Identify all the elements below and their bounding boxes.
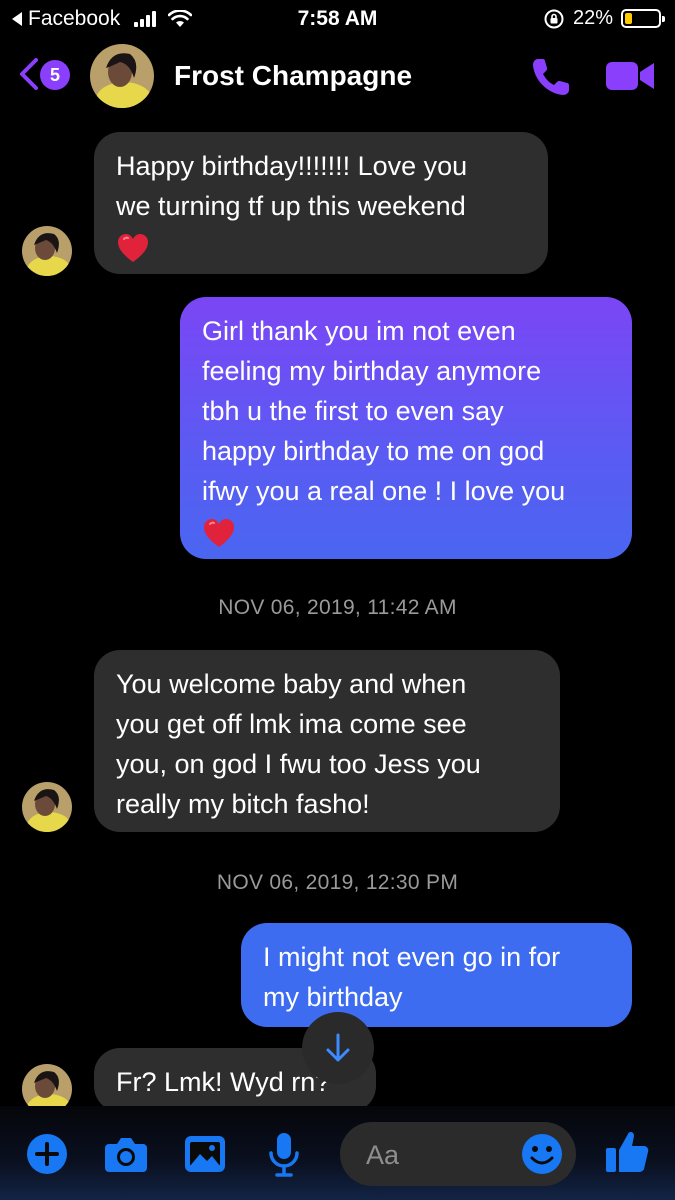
arrow-down-icon: [326, 1033, 350, 1062]
message-composer: Aa: [0, 1106, 675, 1200]
contact-name[interactable]: Frost Champagne: [174, 60, 412, 92]
message-line: Girl thank you im not even: [202, 316, 516, 346]
camera-icon[interactable]: [103, 1134, 149, 1174]
message-line: you get off lmk ima come see: [116, 709, 467, 739]
thumbs-up-icon[interactable]: [604, 1128, 650, 1176]
video-camera-icon[interactable]: [604, 56, 656, 96]
battery-icon: [621, 9, 665, 28]
unread-count-badge[interactable]: 5: [40, 60, 70, 90]
message-thread[interactable]: Happy birthday!!!!!!! Love you we turnin…: [0, 112, 675, 1106]
message-line: You welcome baby and when: [116, 669, 467, 699]
message-line: my birthday: [263, 982, 403, 1012]
message-input[interactable]: Aa: [340, 1122, 576, 1186]
rotation-lock-icon: [544, 9, 564, 28]
microphone-icon[interactable]: [266, 1131, 302, 1179]
scroll-to-bottom-button[interactable]: [302, 1012, 374, 1084]
sender-avatar[interactable]: [22, 1064, 72, 1106]
sender-avatar[interactable]: [22, 782, 72, 832]
battery-percent: 22%: [572, 7, 613, 29]
message-line: ifwy you a real one ! I love you: [202, 476, 566, 506]
message-line: you, on god I fwu too Jess you: [116, 749, 481, 779]
contact-avatar[interactable]: [90, 44, 154, 108]
battery-fill: [625, 13, 633, 24]
message-bubble-outgoing[interactable]: Girl thank you im not even feeling my bi…: [180, 297, 632, 559]
phone-icon[interactable]: [528, 54, 574, 100]
message-line: we turning tf up this weekend: [116, 191, 466, 221]
message-timestamp: NOV 06, 2019, 12:30 PM: [216, 871, 459, 894]
message-line: tbh u the first to even say: [202, 396, 504, 426]
message-bubble-incoming[interactable]: Happy birthday!!!!!!! Love you we turnin…: [94, 132, 548, 274]
message-line: Happy birthday!!!!!!! Love you: [116, 151, 468, 181]
message-bubble-outgoing[interactable]: I might not even go in for my birthday: [241, 923, 632, 1027]
message-line: really my bitch fasho!: [116, 789, 370, 819]
emoji-icon[interactable]: [520, 1132, 564, 1176]
gallery-icon[interactable]: [183, 1134, 227, 1174]
red-heart-emoji-icon: [118, 233, 148, 262]
message-line: I might not even go in for: [263, 942, 561, 972]
message-line: happy birthday to me on god: [202, 436, 545, 466]
plus-icon[interactable]: [26, 1133, 68, 1175]
message-bubble-incoming[interactable]: You welcome baby and when you get off lm…: [94, 650, 560, 832]
battery-nub: [662, 16, 665, 22]
status-bar: Facebook 7:58 AM 22%: [0, 0, 675, 40]
conversation-header: 5 Frost Champagne: [0, 42, 675, 112]
red-heart-emoji-icon: [204, 518, 234, 547]
message-line: feeling my birthday anymore: [202, 356, 542, 386]
sender-avatar[interactable]: [22, 226, 72, 276]
message-timestamp: NOV 06, 2019, 11:42 AM: [218, 596, 457, 619]
message-input-placeholder: Aa: [366, 1140, 400, 1170]
